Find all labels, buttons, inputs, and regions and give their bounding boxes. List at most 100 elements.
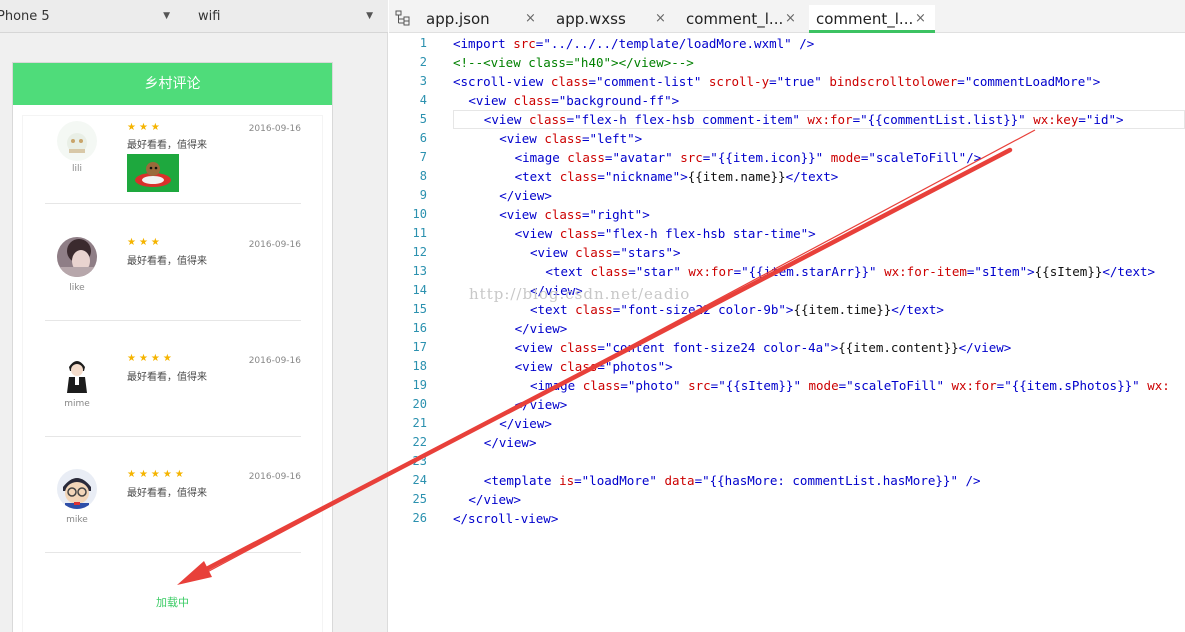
tab-comment-list-2[interactable]: comment_l... ×: [809, 5, 935, 33]
avatar: [57, 237, 97, 277]
code-line[interactable]: 20 </view>: [389, 395, 1185, 414]
code-text: <view class="flex-h flex-hsb star-time">: [515, 224, 816, 243]
code-text: <view class="left">: [499, 129, 642, 148]
nickname: mime: [64, 399, 90, 409]
code-token: "flex-h flex-hsb comment-item": [574, 112, 808, 127]
code-token: "{{hasMore: commentList.hasMore}}": [702, 473, 958, 488]
code-token: >: [671, 93, 680, 108]
code-token: scroll-y: [708, 74, 770, 89]
code-line[interactable]: 7 <image class="avatar" src="{{item.icon}…: [389, 148, 1185, 167]
code-line[interactable]: 18 <view class="photos">: [389, 357, 1185, 376]
code-token: <text: [545, 264, 591, 279]
comment-content: 最好看看，值得来: [127, 488, 207, 499]
close-icon[interactable]: ×: [525, 5, 536, 33]
code-token: wx:for-item: [884, 264, 967, 279]
code-line[interactable]: 23: [389, 452, 1185, 471]
code-token: {{sItem}}: [1034, 264, 1103, 279]
code-line[interactable]: 1 <import src="../../../template/loadMore…: [389, 34, 1185, 53]
code-line[interactable]: 17 <view class="content font-size24 color…: [389, 338, 1185, 357]
code-token: class: [550, 74, 589, 89]
comment-list[interactable]: lili ★★★ 2016-09-16 最好看看，值得来 like ★★★ 20…: [23, 116, 322, 632]
code-token: =: [769, 74, 777, 89]
code-text: </view>: [468, 490, 521, 509]
code-token: "right": [589, 207, 643, 222]
code-line[interactable]: 11 <view class="flex-h flex-hsb star-time…: [389, 224, 1185, 243]
network-select[interactable]: wifi ▼: [198, 0, 373, 33]
code-text: </view>: [515, 395, 568, 414]
device-select-label: Phone 5: [0, 9, 50, 24]
code-line[interactable]: 6 <view class="left">: [389, 129, 1185, 148]
code-token: src: [513, 36, 536, 51]
code-token: =: [597, 169, 605, 184]
code-token: >: [808, 226, 816, 241]
code-token: </view>: [514, 397, 568, 412]
code-line[interactable]: 12 <view class="stars">: [389, 243, 1185, 262]
code-token: =: [581, 207, 590, 222]
file-tree-icon[interactable]: [395, 10, 411, 26]
code-line[interactable]: 8 <text class="nickname">{{item.name}}</t…: [389, 167, 1185, 186]
code-line[interactable]: 16 </view>: [389, 319, 1185, 338]
code-token: =: [588, 74, 597, 89]
load-more-indicator: 加载中: [156, 596, 189, 609]
code-line[interactable]: 22 </view>: [389, 433, 1185, 452]
device-select[interactable]: Phone 5 ▼: [0, 0, 170, 33]
code-token: <scroll-view: [453, 74, 551, 89]
code-token: class: [528, 112, 567, 127]
tab-bar: app.json × app.wxss × comment_l... × com…: [389, 0, 1185, 33]
cartoon-photo-icon: [127, 154, 179, 192]
code-line[interactable]: 2 <!--<view class="h40"></view>-->: [389, 53, 1185, 72]
code-line[interactable]: 26 </scroll-view>: [389, 509, 1185, 528]
line-number: 10: [412, 207, 427, 221]
tab-comment-list-1[interactable]: comment_l... ×: [679, 5, 805, 33]
code-token: >: [634, 131, 643, 146]
line-number: 18: [412, 359, 427, 373]
code-token: <view: [468, 93, 514, 108]
code-token: "flex-h flex-hsb star-time": [604, 226, 809, 241]
comment-photo[interactable]: [127, 154, 179, 192]
code-token: <text: [530, 302, 576, 317]
code-line[interactable]: 5 <view class="flex-h flex-hsb comment-it…: [389, 110, 1185, 129]
code-token: "../../../template/loadMore.wxml": [543, 36, 792, 51]
line-number: 9: [419, 188, 427, 202]
code-line[interactable]: 21 </view>: [389, 414, 1185, 433]
code-token: class: [544, 131, 582, 146]
code-text: <text class="star" wx:for="{{item.starAr…: [545, 262, 1155, 281]
code-line[interactable]: 3 <scroll-view class="comment-list" scrol…: [389, 72, 1185, 91]
code-line[interactable]: 25 </view>: [389, 490, 1185, 509]
code-token: wx:for: [951, 378, 997, 393]
line-number: 23: [412, 454, 427, 468]
code-line[interactable]: 19 <image class="photo" src="{{sItem}}" m…: [389, 376, 1185, 395]
tab-app-json[interactable]: app.json ×: [419, 5, 545, 33]
code-token: </text>: [785, 169, 839, 184]
comment-content: 最好看看，值得来: [127, 140, 207, 151]
code-text: <template is="loadMore" data="{{hasMore:…: [484, 471, 981, 490]
code-line[interactable]: 4 <view class="background-ff">: [389, 91, 1185, 110]
close-icon[interactable]: ×: [785, 5, 796, 33]
code-line[interactable]: 24 <template is="loadMore" data="{{hasMor…: [389, 471, 1185, 490]
watermark-text: http://blog.csdn.net/eadio: [469, 285, 691, 303]
code-token: "{{item.sPhotos}}": [1004, 378, 1148, 393]
close-icon[interactable]: ×: [655, 5, 666, 33]
line-number: 5: [419, 112, 427, 126]
code-token: "star": [635, 264, 689, 279]
code-token: "true": [776, 74, 830, 89]
code-token: </view>: [468, 492, 522, 507]
code-text: </scroll-view>: [453, 509, 558, 528]
code-token: <view: [483, 112, 529, 127]
code-token: "avatar": [612, 150, 681, 165]
close-icon[interactable]: ×: [915, 5, 926, 33]
code-line[interactable]: 9 </view>: [389, 186, 1185, 205]
code-area[interactable]: 1 <import src="../../../template/loadMore…: [389, 34, 1185, 632]
code-token: <view: [499, 207, 545, 222]
code-line[interactable]: 13 <text class="star" wx:for="{{item.star…: [389, 262, 1185, 281]
code-line[interactable]: 10 <view class="right">: [389, 205, 1185, 224]
code-token: =: [597, 226, 605, 241]
code-token: "font-size22 color-9b": [620, 302, 786, 317]
page-title: 乡村评论: [144, 76, 201, 92]
avatar-detective-icon: [57, 469, 97, 509]
tab-label: app.json: [426, 10, 490, 28]
code-token: class: [582, 378, 621, 393]
line-number: 21: [412, 416, 427, 430]
tab-app-wxss[interactable]: app.wxss ×: [549, 5, 675, 33]
code-token: bindscrolltolower: [829, 74, 958, 89]
